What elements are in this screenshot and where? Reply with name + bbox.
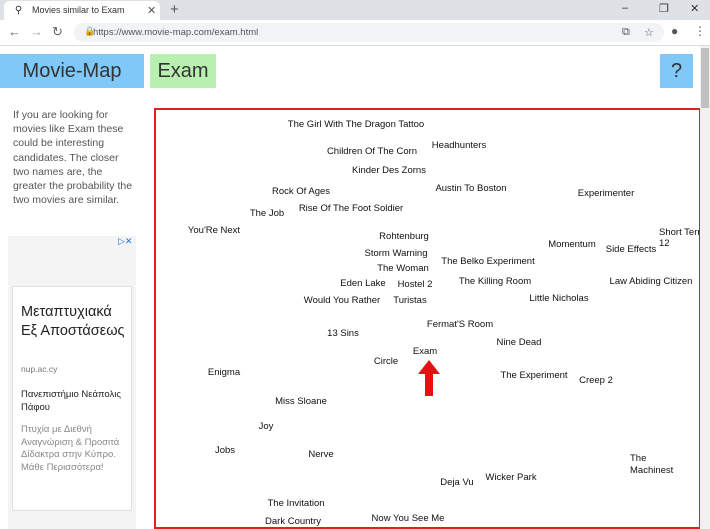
movie-link[interactable]: Rise Of The Foot Soldier: [299, 203, 403, 214]
movie-link[interactable]: 13 Sins: [327, 328, 359, 339]
ad-headline[interactable]: Μεταπτυχιακά Εξ Αποστάσεως: [21, 303, 131, 341]
movie-link[interactable]: Turistas: [393, 295, 426, 306]
movie-link[interactable]: Creep 2: [579, 375, 613, 386]
menu-icon[interactable]: ⋮: [694, 24, 706, 38]
movie-link[interactable]: Nine Dead: [497, 337, 542, 348]
movie-link[interactable]: Side Effects: [606, 244, 657, 255]
movie-link[interactable]: Children Of The Corn: [327, 146, 417, 157]
browser-tab[interactable]: ⚲ Movies similar to Exam ✕: [4, 1, 160, 20]
close-tab-icon[interactable]: ✕: [147, 4, 156, 17]
translate-icon[interactable]: ⧉: [622, 26, 630, 39]
new-tab-button[interactable]: +: [170, 1, 179, 18]
movie-link[interactable]: The Job: [250, 208, 284, 219]
ad-domain: nup.ac.cy: [21, 364, 58, 374]
tab-bar: ⚲ Movies similar to Exam ✕ + – ❐ ✕: [0, 0, 710, 20]
page-scrollbar[interactable]: [700, 46, 710, 529]
movie-link[interactable]: Joy: [259, 421, 274, 432]
profile-icon[interactable]: ●: [671, 24, 678, 38]
movie-link[interactable]: Rock Of Ages: [272, 186, 330, 197]
close-window-button[interactable]: ✕: [690, 2, 699, 15]
restore-button[interactable]: ❐: [659, 2, 669, 15]
movie-link[interactable]: The Invitation: [267, 498, 324, 509]
movie-link[interactable]: Nerve: [308, 449, 333, 460]
ad-choices-icon[interactable]: ▷✕: [118, 236, 132, 247]
movie-link[interactable]: Would You Rather: [304, 295, 380, 306]
forward-icon[interactable]: →: [30, 24, 43, 39]
movie-link[interactable]: Now You See Me: [372, 513, 445, 524]
movie-link[interactable]: Jobs: [215, 445, 235, 456]
movie-map: The Girl With The Dragon Tattoo Headhunt…: [154, 108, 705, 529]
movie-link[interactable]: Enigma: [208, 367, 240, 378]
movie-link[interactable]: Circle: [374, 356, 398, 367]
movie-link[interactable]: Hostel 2: [398, 279, 433, 290]
minimize-button[interactable]: –: [622, 2, 628, 14]
movie-link[interactable]: Dark Country: [265, 516, 321, 527]
movie-link[interactable]: Law Abiding Citizen: [610, 276, 693, 287]
scrollbar-thumb[interactable]: [701, 48, 709, 108]
movie-link[interactable]: Deja Vu: [440, 477, 473, 488]
focus-movie-exam[interactable]: Exam: [413, 346, 437, 357]
movie-link[interactable]: Austin To Boston: [435, 183, 506, 194]
reload-icon[interactable]: ↻: [52, 24, 63, 40]
movie-map-favicon-icon: ⚲: [14, 5, 23, 16]
movie-link[interactable]: Storm Warning: [365, 248, 428, 259]
back-icon[interactable]: ←: [8, 24, 21, 39]
movie-link[interactable]: The Killing Room: [459, 276, 531, 287]
movie-link[interactable]: Headhunters: [432, 140, 486, 151]
movie-link[interactable]: Experimenter: [578, 188, 635, 199]
movie-link[interactable]: Wicker Park: [485, 472, 536, 483]
movie-link[interactable]: The Experiment: [500, 370, 567, 381]
movie-link[interactable]: Little Nicholas: [529, 293, 588, 304]
movie-link[interactable]: Fermat'S Room: [427, 319, 493, 330]
current-movie-label: Exam: [150, 54, 216, 88]
movie-link[interactable]: Miss Sloane: [275, 396, 327, 407]
movie-link[interactable]: Kinder Des Zorns: [352, 165, 426, 176]
ad-title[interactable]: Πανεπιστήμιο Νεάπολις Πάφου: [21, 388, 131, 414]
red-arrow-up-icon: [418, 360, 440, 396]
browser-toolbar: ← → ↻ 🔒 https://www.movie-map.com/exam.h…: [0, 20, 710, 46]
movie-link[interactable]: The Woman: [377, 263, 429, 274]
movie-link[interactable]: The Machinest: [630, 453, 680, 476]
movie-link[interactable]: The Girl With The Dragon Tattoo: [288, 119, 424, 130]
help-button[interactable]: ?: [660, 54, 693, 88]
intro-text: If you are looking for movies like Exam …: [13, 109, 133, 207]
tab-title: Movies similar to Exam: [32, 5, 125, 15]
ad-description: Πτυχία με Διεθνή Αναγνώριση & Προσιτά Δί…: [21, 424, 120, 473]
movie-link[interactable]: You'Re Next: [188, 225, 240, 236]
url-text[interactable]: https://www.movie-map.com/exam.html: [93, 27, 258, 38]
bookmark-star-icon[interactable]: ☆: [644, 26, 654, 39]
address-bar[interactable]: 🔒 https://www.movie-map.com/exam.html ⧉ …: [74, 23, 664, 42]
movie-link[interactable]: Eden Lake: [340, 278, 385, 289]
ad-card[interactable]: Μεταπτυχιακά Εξ Αποστάσεως nup.ac.cy Παν…: [12, 286, 132, 511]
movie-link[interactable]: The Belko Experiment: [441, 256, 534, 267]
site-logo[interactable]: Movie-Map: [0, 54, 144, 88]
movie-link[interactable]: Momentum: [548, 239, 596, 250]
movie-link[interactable]: Rohtenburg: [379, 231, 429, 242]
